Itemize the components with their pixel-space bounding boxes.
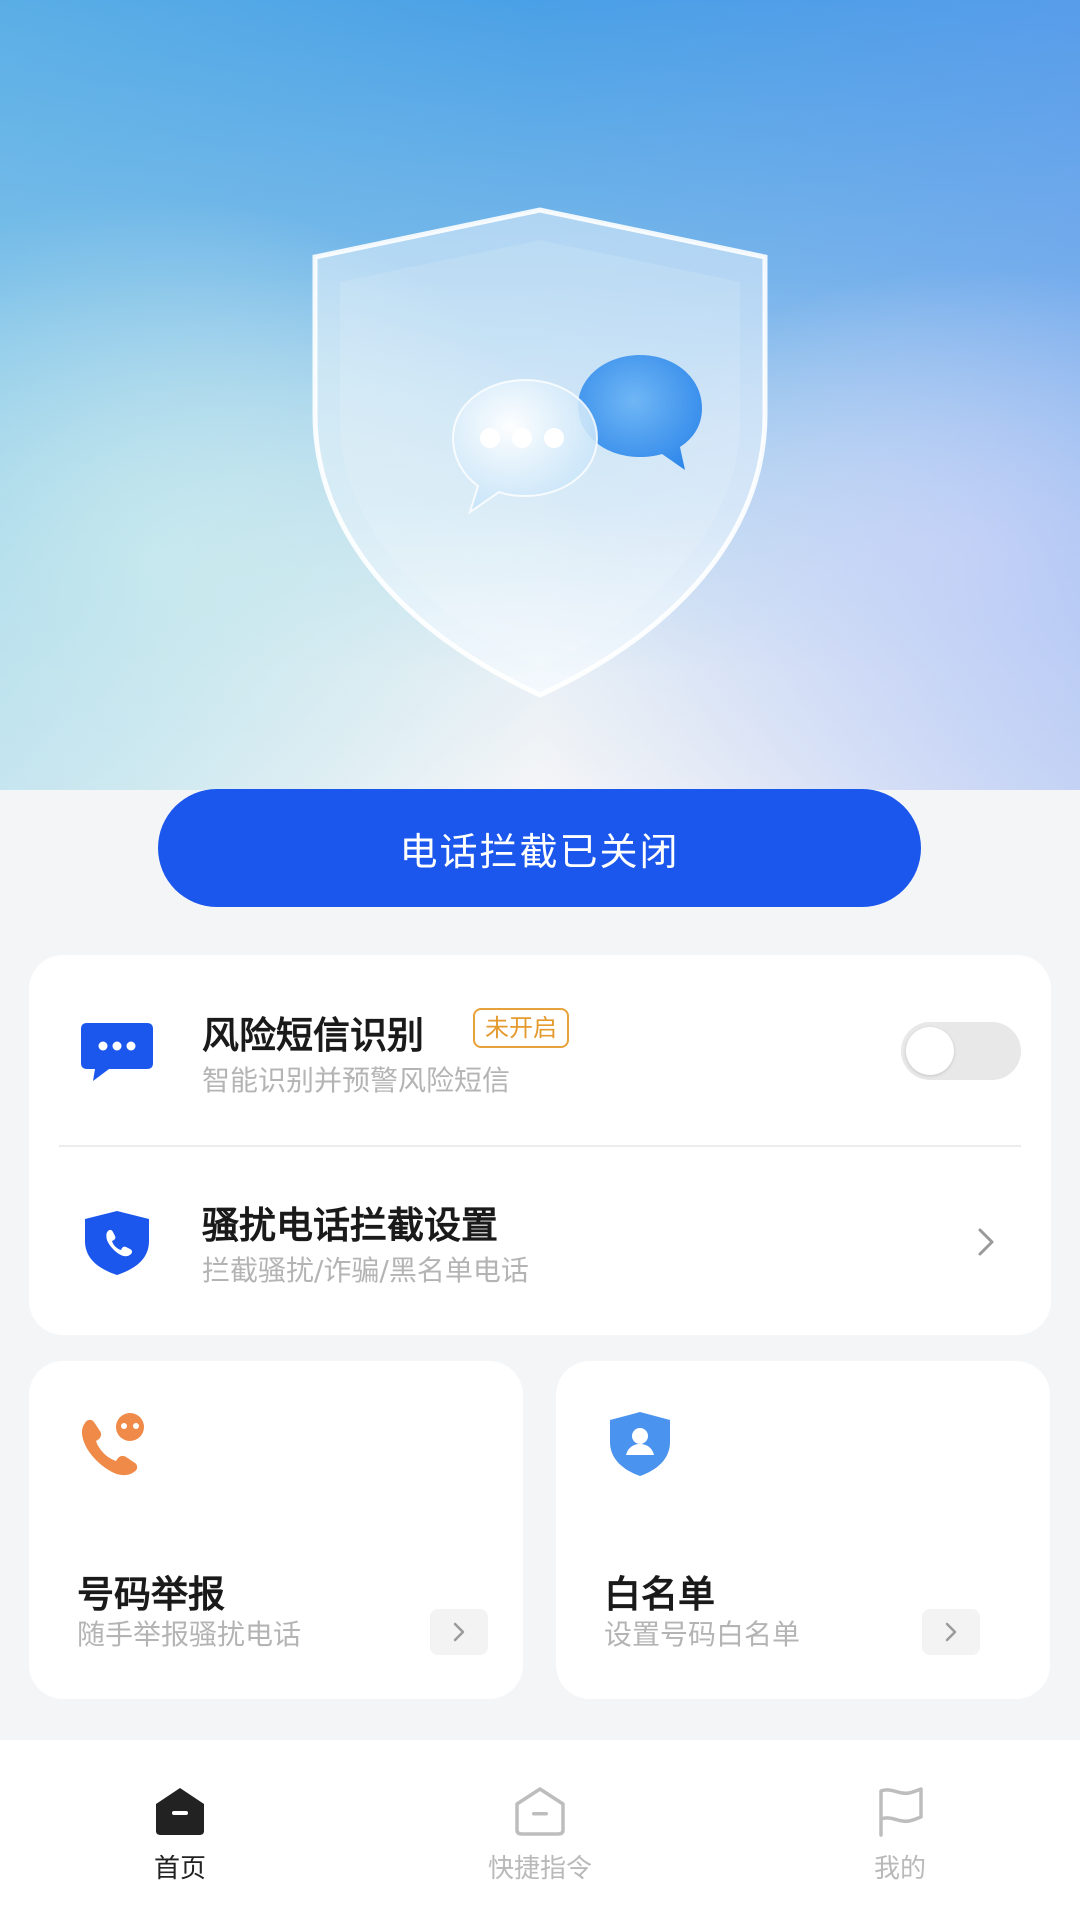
sms-risk-title: 风险短信识别: [202, 1014, 424, 1057]
flag-icon: [873, 1785, 927, 1837]
tab-home[interactable]: 首页: [80, 1740, 280, 1920]
report-arrow-button[interactable]: [430, 1609, 488, 1655]
chevron-right-icon: [969, 1225, 1003, 1259]
status-badge: 未开启: [473, 1008, 569, 1048]
tab-mine-label: 我的: [873, 1854, 926, 1884]
call-block-title: 骚扰电话拦截设置: [202, 1204, 498, 1247]
whitelist-card[interactable]: 白名单 设置号码白名单: [556, 1361, 1050, 1699]
bottom-tab-bar: 首页 快捷指令 我的: [0, 1740, 1080, 1920]
call-block-status-button[interactable]: 电话拦截已关闭: [158, 789, 921, 907]
whitelist-arrow-button[interactable]: [922, 1609, 980, 1655]
whitelist-title: 白名单: [604, 1573, 715, 1616]
report-subtitle: 随手举报骚扰电话: [77, 1618, 302, 1651]
sms-chat-icon: [79, 1017, 155, 1087]
toggle-knob: [906, 1027, 954, 1075]
tab-home-label: 首页: [153, 1854, 206, 1884]
phone-report-icon: [77, 1409, 151, 1479]
settings-card: 风险短信识别 未开启 智能识别并预警风险短信 骚扰电话拦截设置 拦截骚扰/诈骗/…: [29, 955, 1051, 1335]
sms-risk-subtitle: 智能识别并预警风险短信: [202, 1064, 511, 1097]
call-block-subtitle: 拦截骚扰/诈骗/黑名单电话: [202, 1254, 529, 1287]
call-block-settings-row[interactable]: 骚扰电话拦截设置 拦截骚扰/诈骗/黑名单电话: [29, 1145, 1051, 1335]
shield-illustration: [300, 200, 780, 710]
shortcut-icon: [513, 1785, 567, 1837]
shield-user-icon: [604, 1409, 678, 1479]
shield-phone-icon: [79, 1207, 155, 1277]
chevron-right-icon: [453, 1622, 465, 1642]
tab-shortcuts[interactable]: 快捷指令: [440, 1740, 640, 1920]
tab-mine[interactable]: 我的: [800, 1740, 1000, 1920]
whitelist-subtitle: 设置号码白名单: [604, 1618, 801, 1651]
home-icon: [153, 1785, 207, 1837]
report-title: 号码举报: [77, 1573, 225, 1616]
chevron-right-icon: [945, 1622, 957, 1642]
tab-shortcuts-label: 快捷指令: [487, 1854, 592, 1884]
sms-risk-row[interactable]: 风险短信识别 未开启 智能识别并预警风险短信: [29, 955, 1051, 1145]
sms-risk-toggle[interactable]: [901, 1022, 1021, 1080]
report-number-card[interactable]: 号码举报 随手举报骚扰电话: [29, 1361, 523, 1699]
